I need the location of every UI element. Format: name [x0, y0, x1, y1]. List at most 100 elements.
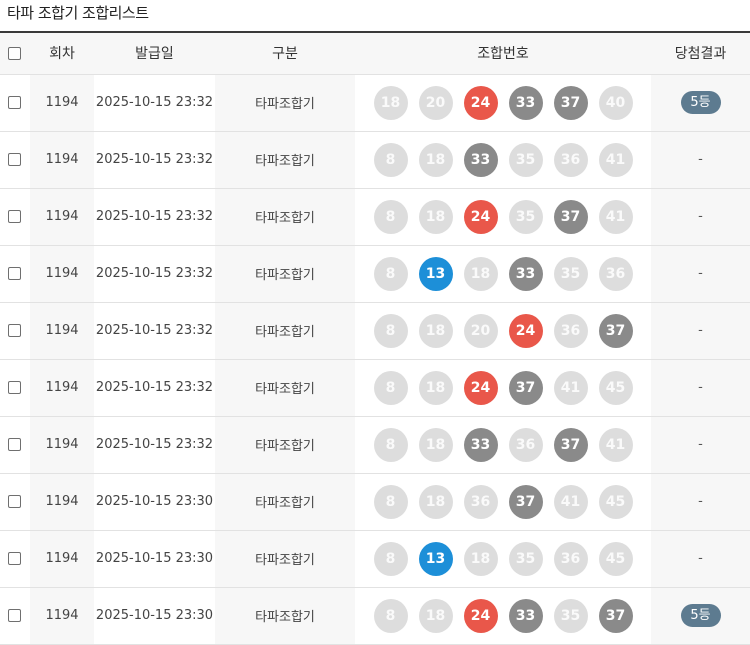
- lotto-ball: 18: [418, 142, 453, 177]
- issue-date-cell: 2025-10-15 23:32: [94, 302, 215, 360]
- lotto-ball: 36: [463, 484, 498, 519]
- lotto-ball: 18: [418, 598, 453, 633]
- lotto-ball: 35: [553, 598, 588, 633]
- row-checkbox[interactable]: [8, 267, 21, 280]
- numbers-cell: 8 18 33 36 37 41: [355, 416, 651, 474]
- result-cell: 5등: [651, 587, 750, 645]
- lotto-ball: 35: [553, 256, 588, 291]
- row-checkbox[interactable]: [8, 552, 21, 565]
- category-cell: 타파조합기: [215, 416, 355, 474]
- result-cell: -: [651, 245, 750, 303]
- result-cell: -: [651, 416, 750, 474]
- lotto-ball: 8: [373, 598, 408, 633]
- result-none: -: [698, 323, 703, 338]
- table-row: 1194 2025-10-15 23:30 타파조합기 8 18 36 37 41 45 -: [0, 473, 750, 531]
- lotto-ball: 37: [508, 484, 543, 519]
- result-cell: -: [651, 473, 750, 531]
- lotto-ball: 41: [598, 142, 633, 177]
- table-row: 1194 2025-10-15 23:32 타파조합기 8 18 24 37 41 45 -: [0, 359, 750, 417]
- table-row: 1194 2025-10-15 23:30 타파조합기 8 18 24 33 35 37 5등: [0, 587, 750, 645]
- number-balls: 8 18 24 37 41 45: [355, 370, 651, 405]
- numbers-cell: 18 20 24 33 37 40: [355, 74, 651, 132]
- select-all-checkbox[interactable]: [8, 46, 21, 60]
- lotto-ball: 18: [418, 427, 453, 462]
- lotto-ball: 8: [373, 484, 408, 519]
- lotto-ball: 33: [463, 142, 498, 177]
- row-checkbox[interactable]: [8, 495, 21, 508]
- category-cell: 타파조합기: [215, 302, 355, 360]
- lotto-ball: 33: [508, 598, 543, 633]
- row-select-cell: [0, 416, 30, 474]
- category-cell: 타파조합기: [215, 74, 355, 132]
- header-numbers: 조합번호: [355, 33, 651, 75]
- page-title: 타파 조합기 조합리스트: [7, 4, 149, 22]
- row-checkbox[interactable]: [8, 438, 21, 451]
- lotto-ball: 37: [508, 370, 543, 405]
- result-cell: -: [651, 131, 750, 189]
- lotto-ball: 45: [598, 541, 633, 576]
- row-select-cell: [0, 188, 30, 246]
- row-select-cell: [0, 74, 30, 132]
- lotto-ball: 18: [373, 85, 408, 120]
- lotto-ball: 35: [508, 142, 543, 177]
- lotto-ball: 18: [418, 199, 453, 234]
- result-badge: 5등: [680, 91, 721, 114]
- issue-date-cell: 2025-10-15 23:32: [94, 131, 215, 189]
- lotto-ball: 35: [508, 541, 543, 576]
- issue-date-cell: 2025-10-15 23:32: [94, 188, 215, 246]
- round-cell: 1194: [30, 245, 94, 303]
- table-row: 1194 2025-10-15 23:32 타파조합기 8 18 33 35 36 41 -: [0, 131, 750, 189]
- issue-date-cell: 2025-10-15 23:32: [94, 359, 215, 417]
- row-checkbox[interactable]: [8, 609, 21, 622]
- row-checkbox[interactable]: [8, 96, 21, 109]
- numbers-cell: 8 18 33 35 36 41: [355, 131, 651, 189]
- number-balls: 8 13 18 33 35 36: [355, 256, 651, 291]
- numbers-cell: 8 18 24 37 41 45: [355, 359, 651, 417]
- table-body: 1194 2025-10-15 23:32 타파조합기 18 20 24 33 37 40 5등 1…: [0, 74, 750, 645]
- table-row: 1194 2025-10-15 23:32 타파조합기 8 18 24 35 37 41 -: [0, 188, 750, 246]
- result-none: -: [698, 152, 703, 167]
- row-select-cell: [0, 131, 30, 189]
- numbers-cell: 8 18 20 24 36 37: [355, 302, 651, 360]
- lotto-ball: 33: [508, 85, 543, 120]
- lotto-ball: 24: [463, 370, 498, 405]
- result-none: -: [698, 380, 703, 395]
- result-none: -: [698, 551, 703, 566]
- number-balls: 8 13 18 35 36 45: [355, 541, 651, 576]
- number-balls: 8 18 24 33 35 37: [355, 598, 651, 633]
- lotto-ball: 20: [418, 85, 453, 120]
- lotto-ball: 36: [553, 541, 588, 576]
- combination-table: 회차 발급일 구분 조합번호 당첨결과 1194 2025-10-15 23:32…: [0, 33, 750, 645]
- row-select-cell: [0, 587, 30, 645]
- row-checkbox[interactable]: [8, 381, 21, 394]
- lotto-ball: 18: [418, 370, 453, 405]
- numbers-cell: 8 18 24 35 37 41: [355, 188, 651, 246]
- result-none: -: [698, 266, 703, 281]
- lotto-ball: 18: [418, 484, 453, 519]
- row-checkbox[interactable]: [8, 153, 21, 166]
- lotto-ball: 8: [373, 427, 408, 462]
- round-cell: 1194: [30, 131, 94, 189]
- lotto-ball: 45: [598, 484, 633, 519]
- lotto-ball: 18: [418, 313, 453, 348]
- result-none: -: [698, 494, 703, 509]
- lotto-ball: 18: [463, 541, 498, 576]
- result-cell: -: [651, 188, 750, 246]
- row-select-cell: [0, 302, 30, 360]
- table-row: 1194 2025-10-15 23:32 타파조합기 18 20 24 33 37 40 5등: [0, 74, 750, 132]
- number-balls: 18 20 24 33 37 40: [355, 85, 651, 120]
- row-select-cell: [0, 530, 30, 588]
- round-cell: 1194: [30, 473, 94, 531]
- lotto-ball: 33: [508, 256, 543, 291]
- lotto-ball: 8: [373, 541, 408, 576]
- result-cell: -: [651, 530, 750, 588]
- table-row: 1194 2025-10-15 23:32 타파조합기 8 18 20 24 36 37 -: [0, 302, 750, 360]
- row-checkbox[interactable]: [8, 324, 21, 337]
- lotto-ball: 37: [553, 199, 588, 234]
- row-checkbox[interactable]: [8, 210, 21, 223]
- lotto-ball: 45: [598, 370, 633, 405]
- lotto-ball: 36: [553, 142, 588, 177]
- lotto-ball: 41: [598, 199, 633, 234]
- lotto-ball: 37: [598, 598, 633, 633]
- round-cell: 1194: [30, 74, 94, 132]
